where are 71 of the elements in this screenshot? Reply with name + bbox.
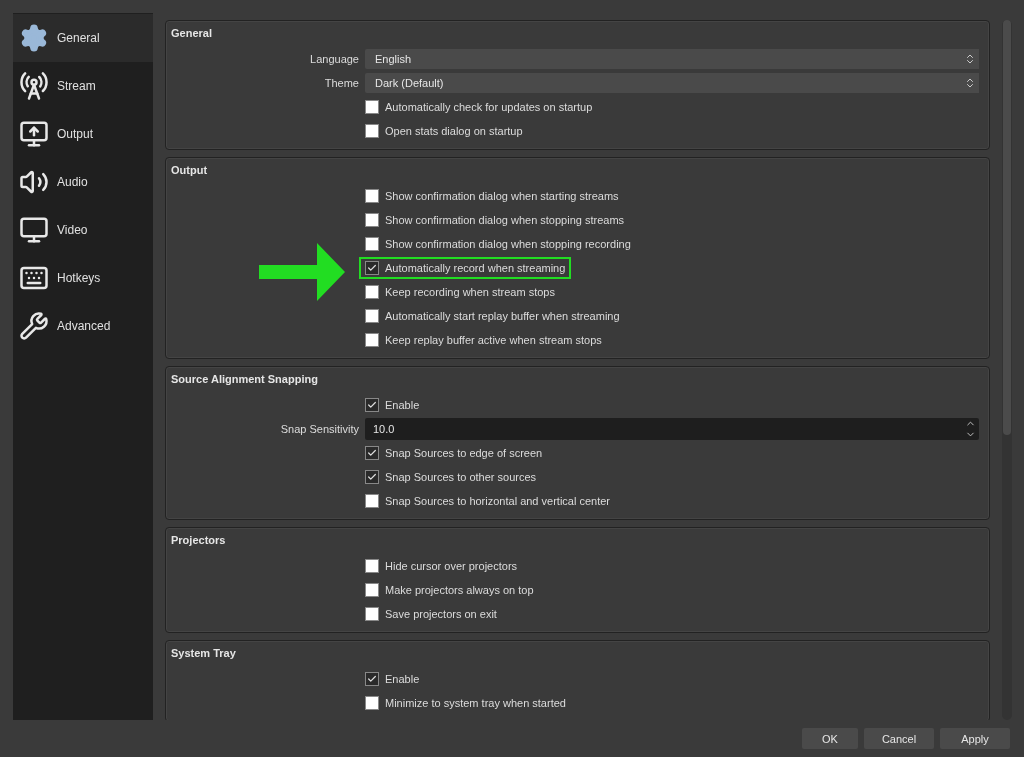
checkbox-label: Snap Sources to edge of screen — [385, 447, 543, 459]
checkbox[interactable] — [365, 333, 379, 347]
checkbox[interactable] — [365, 124, 379, 138]
field-label: Language — [310, 53, 359, 65]
dialog-button[interactable]: Cancel — [864, 728, 934, 749]
checkbox-label: Automatically record when streaming — [385, 262, 566, 274]
field-label: Snap Sensitivity — [280, 423, 359, 435]
checkbox-label: Enable — [385, 673, 420, 685]
dropdown[interactable]: English — [365, 49, 979, 69]
checkbox-label: Make projectors always on top — [385, 584, 534, 596]
group-title: System Tray — [171, 646, 237, 661]
updown-arrow-icon — [964, 77, 976, 89]
sidebar-item[interactable]: General — [13, 14, 153, 62]
sidebar-item[interactable]: Video — [13, 206, 153, 254]
number-field[interactable]: 10.0 — [365, 418, 979, 440]
checkbox[interactable] — [365, 237, 379, 251]
dialog-button[interactable]: Apply — [940, 728, 1010, 749]
checkbox[interactable] — [365, 189, 379, 203]
monitor-icon — [19, 215, 49, 245]
checkbox-label: Enable — [385, 399, 420, 411]
checkbox-label: Automatically check for updates on startup — [385, 101, 593, 113]
wrench-icon — [19, 311, 49, 341]
checkbox-label: Keep replay buffer active when stream stops — [385, 334, 602, 346]
checkbox-label: Save projectors on exit — [385, 608, 497, 620]
field-label: Theme — [324, 77, 359, 89]
group-title: General — [171, 26, 213, 41]
pointer-arrow-icon — [259, 243, 345, 301]
checkbox-label: Show confirmation dialog when starting streams — [385, 190, 619, 202]
checkbox[interactable] — [365, 470, 379, 484]
group-title: Source Alignment Snapping — [171, 372, 319, 387]
checkbox-label: Automatically start replay buffer when streaming — [385, 310, 620, 322]
checkbox-label: Keep recording when stream stops — [385, 286, 555, 298]
checkbox-label: Snap Sources to horizontal and vertical center — [385, 495, 611, 507]
checkbox[interactable] — [365, 309, 379, 323]
checkbox[interactable] — [365, 446, 379, 460]
check-icon — [367, 263, 377, 273]
checkbox-label: Hide cursor over projectors — [385, 560, 518, 572]
gear-icon — [19, 23, 49, 53]
checkbox[interactable] — [365, 696, 379, 710]
checkbox-label: Snap Sources to other sources — [385, 471, 537, 483]
checkbox[interactable] — [365, 213, 379, 227]
checkbox[interactable] — [365, 261, 379, 275]
checkbox[interactable] — [365, 285, 379, 299]
group-title: Projectors — [171, 533, 227, 548]
checkbox-label: Show confirmation dialog when stopping recording — [385, 238, 631, 250]
dropdown[interactable]: Dark (Default) — [365, 73, 979, 93]
checkbox[interactable] — [365, 398, 379, 412]
check-icon — [367, 448, 377, 458]
checkbox-label: Open stats dialog on startup — [385, 125, 523, 137]
checkbox[interactable] — [365, 100, 379, 114]
sidebar-item[interactable]: Audio — [13, 158, 153, 206]
checkbox[interactable] — [365, 672, 379, 686]
sidebar-item[interactable]: Hotkeys — [13, 254, 153, 302]
checkbox[interactable] — [365, 583, 379, 597]
checkbox-label: Show confirmation dialog when stopping streams — [385, 214, 625, 226]
checkbox[interactable] — [365, 494, 379, 508]
monitor-arrow-icon — [19, 119, 49, 149]
antenna-tower-icon — [19, 71, 49, 101]
scrollbar[interactable] — [1002, 20, 1012, 720]
dialog-button[interactable]: OK — [802, 728, 858, 749]
check-icon — [367, 400, 377, 410]
check-icon — [367, 472, 377, 482]
checkbox-label: Minimize to system tray when started — [385, 697, 566, 709]
updown-arrow-icon — [964, 53, 976, 65]
checkbox[interactable] — [365, 559, 379, 573]
sidebar-item[interactable]: Output — [13, 110, 153, 158]
sidebar-item[interactable]: Stream — [13, 62, 153, 110]
sidebar-item[interactable]: Advanced — [13, 302, 153, 350]
check-icon — [367, 674, 377, 684]
checkbox[interactable] — [365, 607, 379, 621]
group-title: Output — [171, 163, 209, 178]
